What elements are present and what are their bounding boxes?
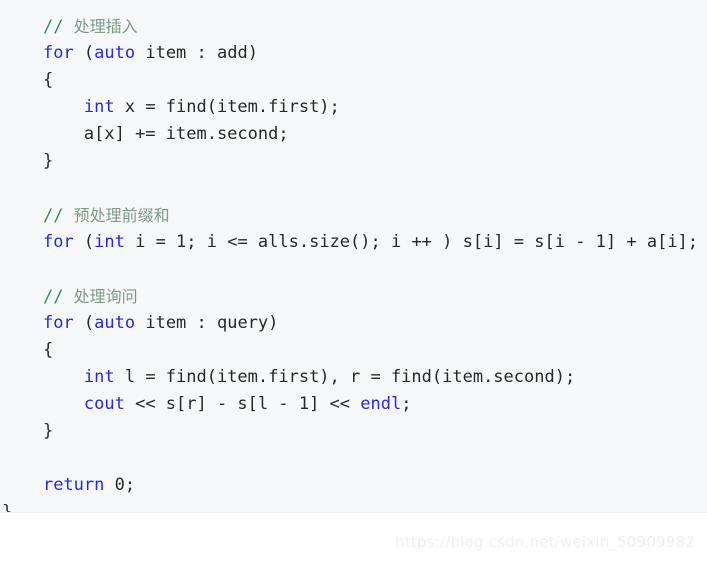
code-line: return 0;	[0, 472, 707, 499]
code-token-cm-cjk: 处理插入	[73, 17, 138, 36]
code-token-cm-cjk: 预处理前缀和	[73, 206, 170, 225]
code-token-cm: //	[42, 17, 74, 37]
code-line: {	[0, 337, 707, 364]
code-token-pl: x = find(item.first);	[114, 97, 340, 117]
code-token-cm: //	[42, 287, 74, 307]
code-token-pl: }	[42, 151, 54, 171]
code-lines-container[interactable]: // 处理插入 for (auto item : add) { int x = …	[0, 13, 707, 513]
code-token-cm: //	[42, 206, 74, 226]
code-token-cm-cjk: 处理询问	[73, 287, 138, 306]
code-token-pl: (	[73, 232, 95, 252]
code-block[interactable]: // 处理插入 for (auto item : add) { int x = …	[0, 0, 707, 513]
code-token-kw: auto	[94, 43, 136, 63]
code-line: }	[0, 148, 707, 175]
code-line: a[x] += item.second;	[0, 121, 707, 148]
code-line: for (auto item : add)	[0, 40, 707, 67]
code-token-pl: (	[73, 43, 95, 63]
code-line: // 处理插入	[0, 13, 707, 40]
code-token-pl: a[x] += item.second;	[83, 124, 289, 144]
code-token-kw: auto	[94, 313, 136, 333]
csdn-watermark: https://blog.csdn.net/weixin_50909982	[395, 533, 695, 551]
code-line: // 处理询问	[0, 283, 707, 310]
code-token-pl: item : query)	[135, 313, 279, 333]
code-line: cout << s[r] - s[l - 1] << endl;	[0, 391, 707, 418]
code-token-pl: << s[r] - s[l - 1] <<	[124, 394, 361, 414]
code-token-kw: cout	[83, 394, 125, 414]
code-token-kw: for	[42, 232, 74, 252]
code-token-pl: i = 1; i <= alls.size(); i ++ ) s[i] = s…	[124, 232, 699, 252]
code-token-kw: for	[42, 313, 74, 333]
code-token-pl: {	[42, 70, 54, 90]
code-line: }	[0, 499, 707, 513]
code-line: for (auto item : query)	[0, 310, 707, 337]
code-token-kw: return	[42, 475, 105, 495]
code-line: int x = find(item.first);	[0, 94, 707, 121]
code-token-kw: int	[83, 97, 115, 117]
code-screenshot-page: // 处理插入 for (auto item : add) { int x = …	[0, 0, 707, 561]
code-line: // 预处理前缀和	[0, 202, 707, 229]
code-line: for (int i = 1; i <= alls.size(); i ++ )…	[0, 229, 707, 256]
code-token-kw: int	[94, 232, 125, 252]
code-token-pl: item : add)	[135, 43, 258, 63]
code-token-pl: (	[73, 313, 95, 333]
code-token-kw: int	[83, 367, 115, 387]
code-token-pl: 0;	[104, 475, 136, 495]
code-token-pl: }	[2, 502, 13, 513]
code-token-pl: l = find(item.first), r = find(item.seco…	[114, 367, 576, 387]
code-token-pl: {	[42, 340, 54, 360]
code-line: {	[0, 67, 707, 94]
code-token-kw: for	[42, 43, 74, 63]
code-token-pl: }	[42, 421, 54, 441]
code-token-pl: ;	[401, 394, 412, 414]
code-line: }	[0, 418, 707, 445]
code-token-kw: endl	[360, 394, 402, 414]
code-line: int l = find(item.first), r = find(item.…	[0, 364, 707, 391]
